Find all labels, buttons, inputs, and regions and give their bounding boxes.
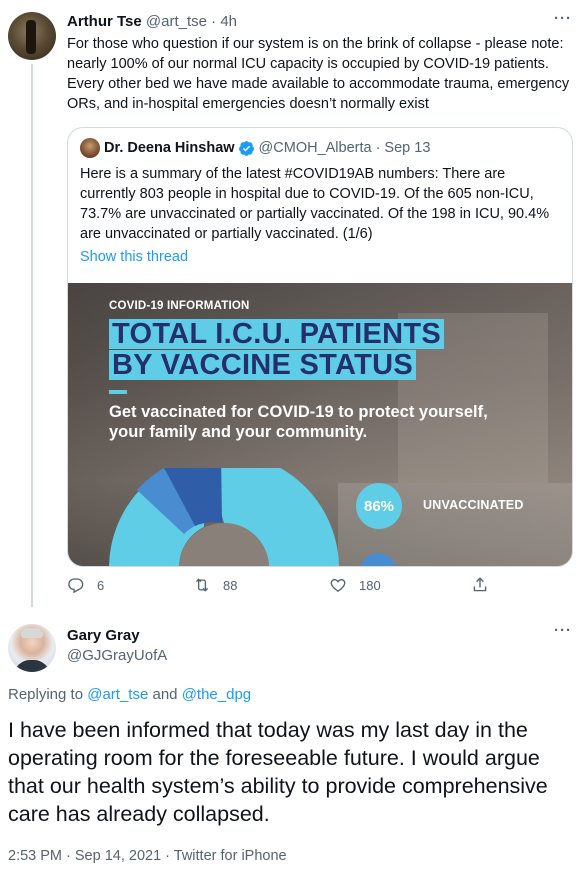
tweet-actions: 6 88 180	[67, 576, 507, 600]
share-button[interactable]	[471, 576, 501, 594]
reply-count: 6	[97, 577, 105, 593]
like-count: 180	[359, 577, 381, 593]
infographic-title: TOTAL I.C.U. PATIENTS BY VACCINE STATUS	[109, 319, 445, 381]
avatar[interactable]	[8, 12, 56, 60]
separator-dot: ·	[211, 13, 217, 30]
quoted-author-name: Dr. Deena Hinshaw	[104, 140, 235, 156]
author-handle[interactable]: @art_tse	[146, 13, 207, 30]
author-name[interactable]: Arthur Tse	[67, 13, 142, 30]
author-name[interactable]: Gary Gray	[67, 626, 140, 646]
more-options-icon[interactable]: ···	[554, 10, 572, 27]
share-icon	[473, 577, 487, 592]
tweet-text: For those who question if our system is …	[67, 36, 570, 112]
infographic-image[interactable]: COVID-19 INFORMATION TOTAL I.C.U. PATIEN…	[68, 283, 572, 566]
retweet-icon	[195, 578, 209, 592]
infographic-label: COVID-19 INFORMATION	[109, 300, 250, 312]
accent-dash	[109, 390, 127, 394]
like-button[interactable]: 180	[329, 576, 381, 594]
donut-chart	[109, 468, 339, 566]
tweet-header: Arthur Tse @art_tse · 4h	[67, 12, 237, 32]
reply-target-link[interactable]: @the_dpg	[182, 686, 251, 703]
replying-to: Replying to @art_tse and @the_dpg	[8, 685, 251, 705]
replying-and: and	[152, 686, 178, 703]
separator-dot: ·	[375, 140, 381, 156]
avatar	[80, 138, 100, 158]
replying-prefix: Replying to	[8, 686, 84, 703]
thread-connector-line	[31, 64, 33, 607]
tweet-time[interactable]: 4h	[220, 13, 237, 30]
infographic-title-line1: TOTAL I.C.U. PATIENTS	[109, 319, 445, 349]
infographic-subtitle: Get vaccinated for COVID-19 to protect y…	[109, 403, 488, 441]
reply-target-link[interactable]: @art_tse	[87, 686, 148, 703]
percent-label: UNVACCINATED	[423, 498, 524, 512]
more-options-icon[interactable]: ···	[554, 622, 572, 639]
quoted-tweet[interactable]: Dr. Deena Hinshaw @CMOH_Alberta · Sep 13…	[67, 127, 573, 567]
avatar[interactable]	[8, 624, 56, 672]
quoted-author-handle: @CMOH_Alberta	[258, 140, 372, 156]
retweet-count: 88	[223, 577, 238, 593]
show-thread-link[interactable]: Show this thread	[80, 247, 188, 267]
quoted-tweet-date: Sep 13	[384, 140, 431, 156]
tweet-text: I have been informed that today was my l…	[8, 718, 548, 826]
author-handle[interactable]: @GJGrayUofA	[67, 646, 167, 666]
infographic-title-line2: BY VACCINE STATUS	[109, 350, 417, 380]
percent-badge: 86%	[356, 483, 402, 529]
verified-badge-icon	[238, 140, 254, 156]
reply-button[interactable]: 6	[67, 576, 104, 594]
heart-icon	[330, 578, 346, 593]
tweet-timestamp[interactable]: 2:53 PM · Sep 14, 2021 · Twitter for iPh…	[8, 846, 287, 866]
retweet-button[interactable]: 88	[193, 576, 237, 594]
reply-icon	[68, 578, 84, 594]
quoted-tweet-text: Here is a summary of the latest #COVID19…	[80, 166, 550, 242]
quoted-tweet-header: Dr. Deena Hinshaw @CMOH_Alberta · Sep 13	[80, 138, 430, 158]
